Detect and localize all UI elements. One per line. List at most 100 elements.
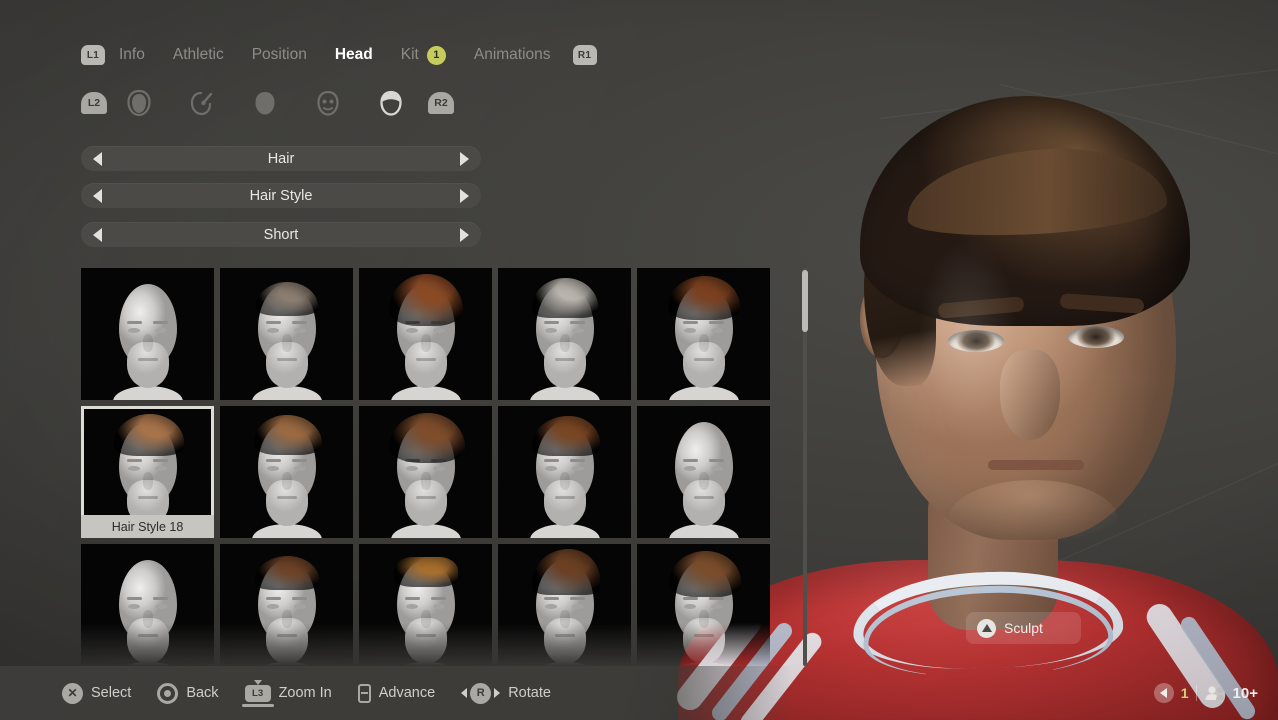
player-mouth (988, 460, 1084, 470)
thumbnail-hair (531, 549, 600, 595)
action-label: Back (186, 685, 219, 701)
next-arrow-icon[interactable] (460, 227, 469, 242)
tab-label: Athletic (172, 46, 224, 63)
prev-arrow-icon[interactable] (93, 188, 102, 203)
thumbnail-hair (255, 282, 318, 316)
touchpad-icon (357, 683, 371, 703)
player-highlight (898, 200, 1038, 460)
people-icon (1205, 686, 1225, 700)
next-arrow-icon[interactable] (460, 151, 469, 166)
l3-stick-icon: L3 (241, 679, 274, 707)
hairstyle-thumbnail[interactable] (220, 406, 353, 538)
hairstyle-thumbnail[interactable] (637, 406, 770, 538)
status-counters: 1 10+ (1153, 682, 1258, 704)
thumbnail-head-model (388, 413, 465, 538)
head-solid-icon (255, 92, 274, 115)
thumbnail-head-model (111, 560, 185, 668)
hairstyle-thumbnail[interactable] (359, 544, 492, 668)
action-label: Rotate (508, 685, 551, 701)
l2-bumper-icon: L2 (81, 92, 107, 114)
left-arrow-icon[interactable] (1153, 683, 1174, 703)
thumbnail-hair (393, 557, 458, 587)
hairstyle-thumbnail[interactable] (637, 268, 770, 400)
head-shape-icon (126, 89, 151, 117)
action-select[interactable]: ✕ Select (62, 682, 132, 704)
sub-tab-hair[interactable] (359, 88, 422, 118)
hairstyle-grid-container[interactable]: Hair Style 18 (81, 268, 771, 668)
hairstyle-thumbnail[interactable] (81, 544, 214, 668)
tab-label: Position (251, 46, 307, 63)
right-stick-icon: R (461, 682, 501, 704)
tab-label: Info (119, 46, 145, 63)
sub-tab-head-shape[interactable] (107, 88, 170, 118)
attribute-selector[interactable]: Hair Style (81, 183, 481, 208)
thumbnail-hair (254, 556, 319, 590)
hairstyle-grid: Hair Style 18 (81, 268, 771, 668)
hairstyle-thumbnail[interactable] (359, 406, 492, 538)
action-zoom-in[interactable]: L3 Zoom In (241, 679, 332, 707)
category-selector[interactable]: Hair (81, 146, 481, 171)
next-arrow-icon[interactable] (460, 188, 469, 203)
hairstyle-thumbnail[interactable] (81, 268, 214, 400)
thumbnail-hair (667, 276, 740, 320)
tab-athletic[interactable]: Athletic (159, 46, 238, 64)
l1-bumper-icon: L1 (81, 45, 105, 65)
sub-tab-face-features[interactable] (296, 88, 359, 118)
hairstyle-thumbnail[interactable] (498, 268, 631, 400)
tab-info[interactable]: Info (105, 46, 159, 64)
r2-bumper-icon: R2 (428, 92, 454, 114)
kit-badge: 1 (426, 45, 446, 65)
divider (1195, 685, 1197, 701)
hairstyle-thumbnail[interactable] (498, 544, 631, 668)
tab-kit[interactable]: Kit 1 (387, 45, 460, 65)
thumbnail-head-model (667, 276, 741, 400)
tab-label: Head (334, 46, 373, 63)
hairstyle-thumbnail[interactable]: Hair Style 18 (81, 406, 214, 538)
prev-arrow-icon[interactable] (93, 151, 102, 166)
thumbnail-head-model (528, 549, 602, 668)
thumbnail-hair (531, 278, 598, 318)
selector-value: Hair Style (249, 187, 313, 204)
thumbnail-hair (388, 413, 465, 463)
sub-tab-face-sculpt[interactable] (170, 88, 233, 118)
hairstyle-thumbnail[interactable] (498, 406, 631, 538)
sculpt-button-label: Sculpt (1004, 620, 1043, 636)
thumbnail-hair (253, 415, 322, 455)
hairstyle-thumbnail[interactable] (637, 544, 770, 668)
thumbnail-label: Hair Style 18 (81, 515, 214, 538)
action-label: Zoom In (278, 685, 332, 701)
player-chin (948, 480, 1118, 560)
sub-tab-head-solid[interactable] (233, 88, 296, 118)
thumbnail-head-model (250, 282, 324, 400)
face-features-icon (316, 90, 339, 116)
hairstyle-thumbnail[interactable] (220, 268, 353, 400)
sub-tab-bar: L2 R2 (0, 86, 700, 120)
action-label: Advance (378, 685, 436, 701)
action-rotate[interactable]: R Rotate (461, 682, 551, 704)
action-back[interactable]: Back (157, 682, 219, 704)
cross-button-icon: ✕ (62, 682, 83, 704)
thumbnail-head-model (250, 415, 324, 538)
hairstyle-thumbnail[interactable] (359, 268, 492, 400)
grid-scrollbar-thumb[interactable] (802, 270, 808, 332)
bottom-action-bar: ✕ Select Back L3 Zoom In Advance R Rotat… (0, 666, 1278, 720)
hairstyle-thumbnail[interactable] (220, 544, 353, 668)
thumbnail-head-model (528, 278, 602, 400)
tab-head[interactable]: Head (321, 46, 387, 64)
length-selector[interactable]: Short (81, 222, 481, 247)
thumbnail-hair (388, 274, 463, 326)
page-number: 1 (1180, 685, 1189, 701)
tab-animations[interactable]: Animations (460, 46, 565, 64)
action-advance[interactable]: Advance (357, 683, 436, 703)
player-count: 10+ (1232, 684, 1258, 702)
prev-arrow-icon[interactable] (93, 227, 102, 242)
selector-value: Short (263, 226, 299, 243)
hair-icon (379, 90, 402, 116)
top-tab-bar: L1 Info Athletic Position Head Kit 1 Ani… (0, 38, 700, 72)
action-label: Select (91, 685, 132, 701)
sculpt-button[interactable]: Sculpt (966, 612, 1081, 644)
selector-value: Hair (267, 150, 295, 167)
tab-position[interactable]: Position (238, 46, 321, 64)
thumbnail-hair (531, 416, 600, 456)
face-sculpt-icon (190, 91, 212, 116)
